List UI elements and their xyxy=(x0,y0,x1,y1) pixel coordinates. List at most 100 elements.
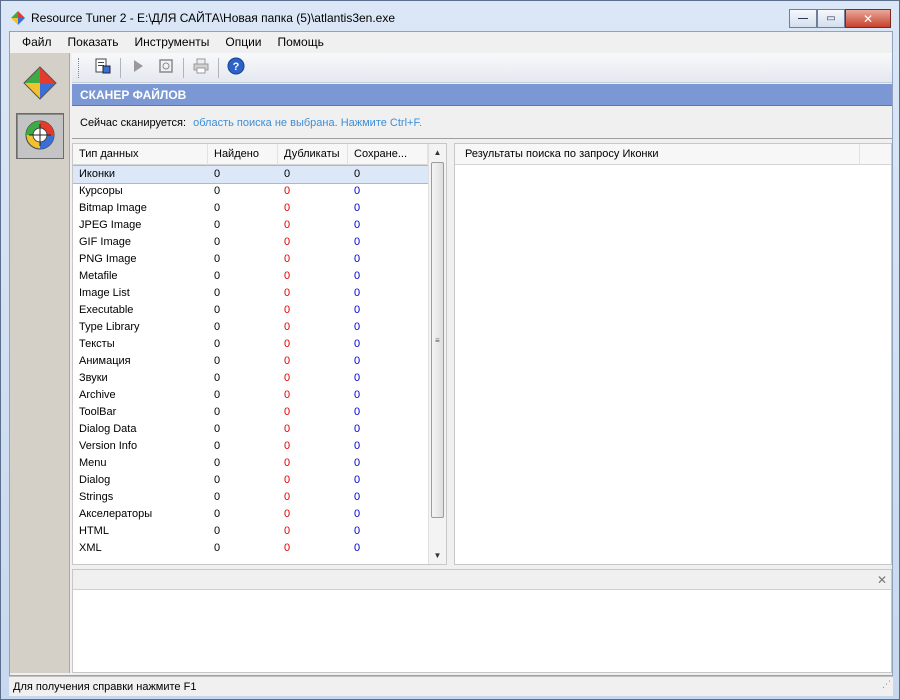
cell-saved: 0 xyxy=(354,287,361,299)
cell-duplicates: 0 xyxy=(284,219,291,231)
cell-found: 0 xyxy=(214,202,221,214)
cell-type: XML xyxy=(79,542,102,554)
app-icon[interactable] xyxy=(11,11,25,25)
close-pane-icon[interactable]: ✕ xyxy=(877,573,887,587)
resource-editor-button[interactable] xyxy=(16,61,64,107)
cell-found: 0 xyxy=(214,185,221,197)
list-item[interactable]: Звуки 0 0 0 xyxy=(73,370,428,387)
list-item[interactable]: ToolBar 0 0 0 xyxy=(73,404,428,421)
cell-saved: 0 xyxy=(354,423,361,435)
menu-view[interactable]: Показать xyxy=(60,32,127,52)
list-item[interactable]: Type Library 0 0 0 xyxy=(73,319,428,336)
list-item[interactable]: Иконки 0 0 0 xyxy=(73,165,429,184)
list-item[interactable]: PNG Image 0 0 0 xyxy=(73,251,428,268)
cell-duplicates: 0 xyxy=(284,270,291,282)
cell-duplicates: 0 xyxy=(284,253,291,265)
list-item[interactable]: Strings 0 0 0 xyxy=(73,489,428,506)
cell-type: Executable xyxy=(79,304,134,316)
scroll-up-arrow[interactable]: ▲ xyxy=(429,144,446,161)
cell-found: 0 xyxy=(214,372,221,384)
list-item[interactable]: Executable 0 0 0 xyxy=(73,302,428,319)
list-item[interactable]: Archive 0 0 0 xyxy=(73,387,428,404)
cell-found: 0 xyxy=(214,457,221,469)
column-header-found[interactable]: Найдено xyxy=(208,144,278,165)
print-icon xyxy=(193,58,209,77)
list-item[interactable]: Курсоры 0 0 0 xyxy=(73,183,428,200)
list-item[interactable]: Акселераторы 0 0 0 xyxy=(73,506,428,523)
cell-saved: 0 xyxy=(354,355,361,367)
toolbar-separator xyxy=(120,57,121,78)
list-item[interactable]: Metafile 0 0 0 xyxy=(73,268,428,285)
cell-found: 0 xyxy=(214,440,221,452)
file-scanner-button[interactable] xyxy=(16,113,64,159)
scroll-thumb[interactable]: ≡ xyxy=(431,162,444,518)
cell-type: Dialog xyxy=(79,474,111,486)
cell-duplicates: 0 xyxy=(284,406,291,418)
cell-saved: 0 xyxy=(354,406,361,418)
menu-help[interactable]: Помощь xyxy=(269,32,331,52)
list-item[interactable]: GIF Image 0 0 0 xyxy=(73,234,428,251)
help-button[interactable]: ? xyxy=(225,57,247,79)
list-rows: Иконки 0 0 0 Курсоры 0 0 0 Bitmap Image 0 0 0 JPEG I… xyxy=(73,165,429,557)
cell-saved: 0 xyxy=(354,372,361,384)
cell-duplicates: 0 xyxy=(284,474,291,486)
cell-saved: 0 xyxy=(354,440,361,452)
column-header-type[interactable]: Тип данных xyxy=(73,144,208,165)
scroll-down-arrow[interactable]: ▼ xyxy=(429,547,446,564)
list-item[interactable]: Dialog Data 0 0 0 xyxy=(73,421,428,438)
cell-saved: 0 xyxy=(354,270,361,282)
cell-type: HTML xyxy=(79,525,109,537)
list-item[interactable]: Menu 0 0 0 xyxy=(73,455,428,472)
open-file-button[interactable] xyxy=(92,57,114,79)
list-item[interactable]: Version Info 0 0 0 xyxy=(73,438,428,455)
cell-saved: 0 xyxy=(354,525,361,537)
list-item[interactable]: HTML 0 0 0 xyxy=(73,523,428,540)
cell-found: 0 xyxy=(214,168,221,180)
start-scan-button[interactable] xyxy=(127,57,149,79)
stop-scan-button[interactable] xyxy=(155,57,177,79)
list-item[interactable]: Анимация 0 0 0 xyxy=(73,353,428,370)
data-type-list: Тип данных Найдено Дубликаты Сохране... … xyxy=(72,143,447,565)
cell-type: Иконки xyxy=(79,168,115,180)
menu-tools[interactable]: Инструменты xyxy=(127,32,218,52)
menu-bar: Файл Показать Инструменты Опции Помощь xyxy=(10,32,892,52)
scan-status-link[interactable]: область поиска не выбрана. Нажмите Ctrl+… xyxy=(193,117,422,129)
cell-saved: 0 xyxy=(354,185,361,197)
cell-found: 0 xyxy=(214,304,221,316)
cell-duplicates: 0 xyxy=(284,508,291,520)
title-bar[interactable]: Resource Tuner 2 - E:\ДЛЯ САЙТА\Новая па… xyxy=(1,1,899,31)
list-item[interactable]: Bitmap Image 0 0 0 xyxy=(73,200,428,217)
print-button[interactable] xyxy=(190,57,212,79)
minimize-button[interactable]: — xyxy=(789,9,817,28)
cell-duplicates: 0 xyxy=(284,423,291,435)
cell-type: JPEG Image xyxy=(79,219,142,231)
results-header: Результаты поиска по запросу Иконки xyxy=(455,144,891,165)
cell-found: 0 xyxy=(214,406,221,418)
cell-found: 0 xyxy=(214,423,221,435)
list-item[interactable]: XML 0 0 0 xyxy=(73,540,428,557)
cell-found: 0 xyxy=(214,338,221,350)
cell-duplicates: 0 xyxy=(284,321,291,333)
menu-file[interactable]: Файл xyxy=(14,32,60,52)
menu-options[interactable]: Опции xyxy=(217,32,269,52)
cell-found: 0 xyxy=(214,287,221,299)
cell-saved: 0 xyxy=(354,389,361,401)
column-header-saved[interactable]: Сохране... xyxy=(348,144,428,165)
cell-duplicates: 0 xyxy=(284,355,291,367)
cell-duplicates: 0 xyxy=(284,287,291,299)
resize-grip-icon[interactable]: ⋰ xyxy=(882,674,891,694)
close-button[interactable]: ✕ xyxy=(845,9,891,28)
list-item[interactable]: Тексты 0 0 0 xyxy=(73,336,428,353)
vertical-scrollbar[interactable]: ▲ ≡ ▼ xyxy=(428,144,446,564)
list-item[interactable]: Dialog 0 0 0 xyxy=(73,472,428,489)
list-item[interactable]: JPEG Image 0 0 0 xyxy=(73,217,428,234)
toolbar-grip[interactable] xyxy=(78,57,81,78)
list-item[interactable]: Image List 0 0 0 xyxy=(73,285,428,302)
column-header-duplicates[interactable]: Дубликаты xyxy=(278,144,348,165)
maximize-button[interactable]: ▭ xyxy=(817,9,845,28)
scan-status-label: Сейчас сканируется: xyxy=(80,117,187,129)
scanner-target-icon xyxy=(23,118,57,155)
toolbar-separator xyxy=(183,57,184,78)
help-icon: ? xyxy=(227,57,245,78)
results-column-header[interactable]: Результаты поиска по запросу Иконки xyxy=(455,144,860,165)
